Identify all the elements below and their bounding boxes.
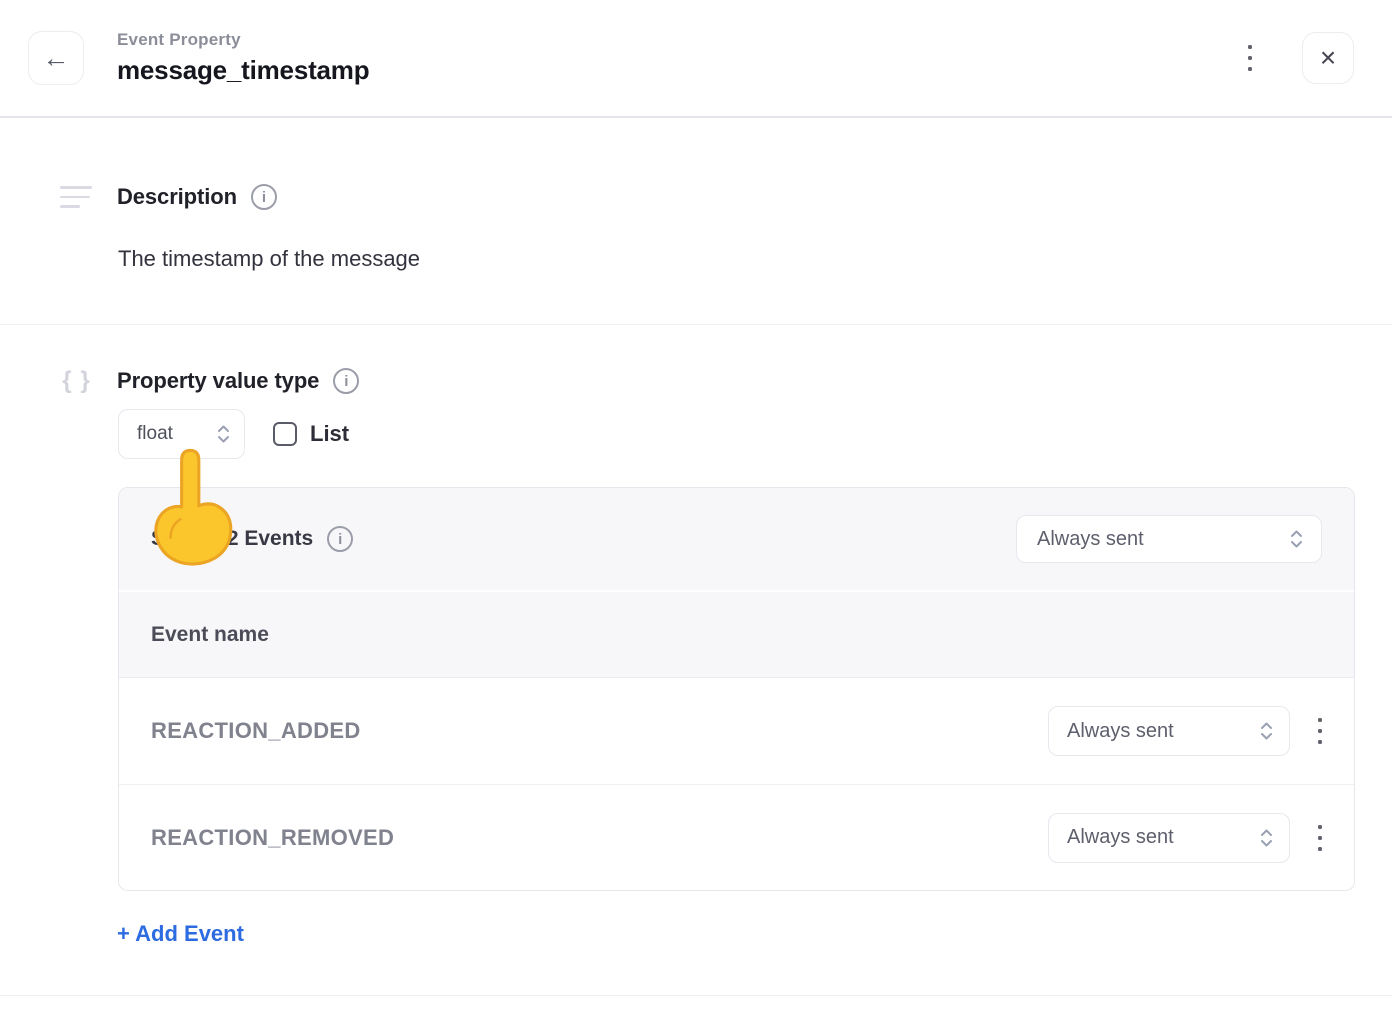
- event-frequency-select[interactable]: Always sent: [1048, 706, 1290, 756]
- frequency-selected: Always sent: [1067, 720, 1174, 743]
- description-section: Description i The timestamp of the messa…: [0, 118, 1392, 325]
- chevron-updown-icon: [217, 424, 230, 444]
- kebab-dot: [1248, 45, 1252, 49]
- close-button[interactable]: ×: [1302, 32, 1354, 84]
- column-header-row: Event name: [119, 592, 1354, 678]
- info-icon[interactable]: i: [333, 368, 359, 394]
- panel-kicker: Event Property: [117, 30, 369, 50]
- back-button[interactable]: ←: [28, 31, 84, 85]
- event-name[interactable]: REACTION_REMOVED: [151, 825, 394, 851]
- table-row: REACTION_REMOVED Always sent: [119, 784, 1354, 890]
- value-type-select[interactable]: float: [118, 409, 245, 459]
- kebab-dot: [1248, 67, 1252, 71]
- info-icon[interactable]: i: [251, 184, 277, 210]
- frequency-selected: Always sent: [1067, 826, 1174, 849]
- list-toggle[interactable]: List: [273, 421, 349, 447]
- all-events-frequency-select[interactable]: Always sent: [1016, 515, 1322, 563]
- close-icon: ×: [1320, 42, 1336, 74]
- text-lines-icon: [60, 186, 92, 208]
- kebab-dot: [1318, 718, 1322, 722]
- row-options-button[interactable]: [1312, 819, 1328, 857]
- value-type-selected: float: [137, 423, 173, 445]
- event-frequency-select[interactable]: Always sent: [1048, 813, 1290, 863]
- kebab-dot: [1318, 836, 1322, 840]
- chevron-updown-icon: [1260, 828, 1273, 848]
- events-table-header: Sent In 2 Events i Always sent: [119, 488, 1354, 592]
- section-divider: [0, 995, 1392, 996]
- list-label: List: [310, 421, 349, 447]
- kebab-dot: [1248, 56, 1252, 60]
- more-options-button[interactable]: [1242, 39, 1258, 77]
- events-table: Sent In 2 Events i Always sent Event nam…: [118, 487, 1355, 891]
- page-title: message_timestamp: [117, 55, 369, 86]
- info-icon[interactable]: i: [327, 526, 353, 552]
- event-property-panel: ← Event Property message_timestamp × Des…: [0, 0, 1392, 1016]
- back-arrow-icon: ←: [43, 43, 70, 74]
- property-type-section: { } Property value type i float List Sen…: [0, 325, 1392, 947]
- chevron-updown-icon: [1260, 721, 1273, 741]
- description-heading: Description: [117, 184, 237, 210]
- kebab-dot: [1318, 847, 1322, 851]
- property-type-heading: Property value type: [117, 368, 319, 394]
- event-name-column-header: Event name: [151, 623, 269, 647]
- list-checkbox[interactable]: [273, 422, 297, 446]
- chevron-updown-icon: [1290, 529, 1303, 549]
- row-options-button[interactable]: [1312, 712, 1328, 750]
- panel-header: ← Event Property message_timestamp ×: [0, 0, 1392, 118]
- add-event-button[interactable]: + Add Event: [117, 921, 244, 947]
- frequency-selected: Always sent: [1037, 528, 1144, 551]
- kebab-dot: [1318, 729, 1322, 733]
- description-text: The timestamp of the message: [118, 246, 1392, 272]
- event-name[interactable]: REACTION_ADDED: [151, 718, 361, 744]
- type-controls: float List: [118, 409, 1392, 459]
- events-count-heading: Sent In 2 Events: [151, 527, 313, 551]
- kebab-dot: [1318, 740, 1322, 744]
- kebab-dot: [1318, 825, 1322, 829]
- title-block: Event Property message_timestamp: [117, 30, 369, 86]
- braces-icon: { }: [60, 367, 94, 395]
- table-row: REACTION_ADDED Always sent: [119, 678, 1354, 784]
